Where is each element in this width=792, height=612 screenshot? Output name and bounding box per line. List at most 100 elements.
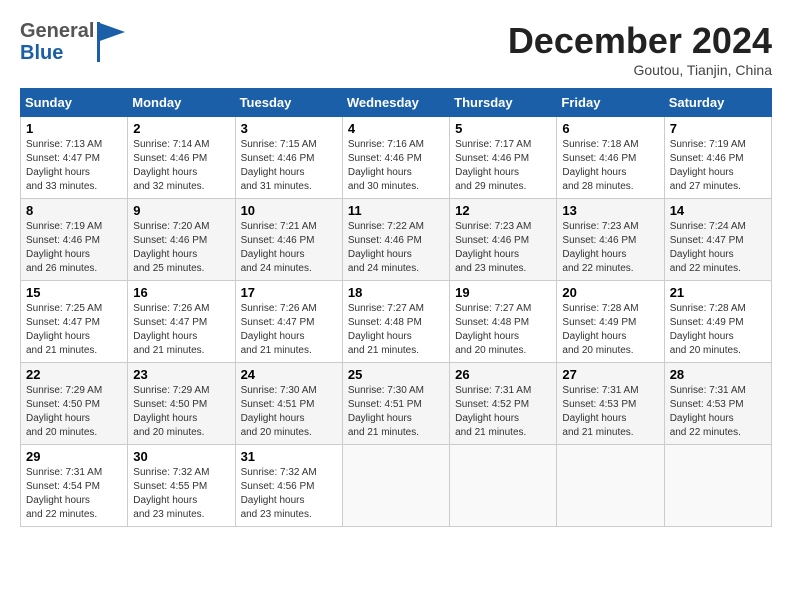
day-info: Sunrise: 7:27 AM Sunset: 4:48 PM Dayligh… bbox=[455, 302, 551, 358]
calendar-cell: 18 Sunrise: 7:27 AM Sunset: 4:48 PM Dayl… bbox=[342, 281, 449, 363]
week-row-5: 29 Sunrise: 7:31 AM Sunset: 4:54 PM Dayl… bbox=[21, 445, 772, 527]
calendar-cell: 1 Sunrise: 7:13 AM Sunset: 4:47 PM Dayli… bbox=[21, 117, 128, 199]
day-info: Sunrise: 7:13 AM Sunset: 4:47 PM Dayligh… bbox=[26, 138, 122, 194]
day-info: Sunrise: 7:27 AM Sunset: 4:48 PM Dayligh… bbox=[348, 302, 444, 358]
day-number: 30 bbox=[133, 449, 229, 464]
day-info: Sunrise: 7:30 AM Sunset: 4:51 PM Dayligh… bbox=[348, 384, 444, 440]
logo-flag-icon bbox=[97, 22, 127, 62]
day-info: Sunrise: 7:22 AM Sunset: 4:46 PM Dayligh… bbox=[348, 220, 444, 276]
calendar-cell: 14 Sunrise: 7:24 AM Sunset: 4:47 PM Dayl… bbox=[664, 199, 771, 281]
day-info: Sunrise: 7:21 AM Sunset: 4:46 PM Dayligh… bbox=[241, 220, 337, 276]
calendar-cell: 16 Sunrise: 7:26 AM Sunset: 4:47 PM Dayl… bbox=[128, 281, 235, 363]
day-info: Sunrise: 7:19 AM Sunset: 4:46 PM Dayligh… bbox=[26, 220, 122, 276]
day-number: 1 bbox=[26, 121, 122, 136]
day-number: 18 bbox=[348, 285, 444, 300]
day-number: 22 bbox=[26, 367, 122, 382]
weekday-header-sunday: Sunday bbox=[21, 89, 128, 117]
day-number: 27 bbox=[562, 367, 658, 382]
calendar-cell bbox=[664, 445, 771, 527]
calendar-cell: 22 Sunrise: 7:29 AM Sunset: 4:50 PM Dayl… bbox=[21, 363, 128, 445]
day-number: 20 bbox=[562, 285, 658, 300]
calendar-cell: 19 Sunrise: 7:27 AM Sunset: 4:48 PM Dayl… bbox=[450, 281, 557, 363]
calendar-table: SundayMondayTuesdayWednesdayThursdayFrid… bbox=[20, 88, 772, 527]
day-info: Sunrise: 7:15 AM Sunset: 4:46 PM Dayligh… bbox=[241, 138, 337, 194]
day-number: 7 bbox=[670, 121, 766, 136]
calendar-cell: 15 Sunrise: 7:25 AM Sunset: 4:47 PM Dayl… bbox=[21, 281, 128, 363]
calendar-cell: 13 Sunrise: 7:23 AM Sunset: 4:46 PM Dayl… bbox=[557, 199, 664, 281]
day-number: 29 bbox=[26, 449, 122, 464]
week-row-2: 8 Sunrise: 7:19 AM Sunset: 4:46 PM Dayli… bbox=[21, 199, 772, 281]
day-number: 11 bbox=[348, 203, 444, 218]
day-number: 14 bbox=[670, 203, 766, 218]
logo: General Blue bbox=[20, 20, 127, 64]
day-number: 10 bbox=[241, 203, 337, 218]
day-number: 6 bbox=[562, 121, 658, 136]
day-number: 23 bbox=[133, 367, 229, 382]
calendar-cell: 10 Sunrise: 7:21 AM Sunset: 4:46 PM Dayl… bbox=[235, 199, 342, 281]
day-info: Sunrise: 7:28 AM Sunset: 4:49 PM Dayligh… bbox=[562, 302, 658, 358]
weekday-header-tuesday: Tuesday bbox=[235, 89, 342, 117]
location-subtitle: Goutou, Tianjin, China bbox=[508, 62, 772, 78]
day-info: Sunrise: 7:28 AM Sunset: 4:49 PM Dayligh… bbox=[670, 302, 766, 358]
day-number: 16 bbox=[133, 285, 229, 300]
calendar-cell: 27 Sunrise: 7:31 AM Sunset: 4:53 PM Dayl… bbox=[557, 363, 664, 445]
logo-blue: Blue bbox=[20, 42, 94, 64]
calendar-cell: 31 Sunrise: 7:32 AM Sunset: 4:56 PM Dayl… bbox=[235, 445, 342, 527]
day-info: Sunrise: 7:26 AM Sunset: 4:47 PM Dayligh… bbox=[241, 302, 337, 358]
day-info: Sunrise: 7:23 AM Sunset: 4:46 PM Dayligh… bbox=[455, 220, 551, 276]
weekday-header-monday: Monday bbox=[128, 89, 235, 117]
day-number: 31 bbox=[241, 449, 337, 464]
day-info: Sunrise: 7:18 AM Sunset: 4:46 PM Dayligh… bbox=[562, 138, 658, 194]
calendar-cell: 11 Sunrise: 7:22 AM Sunset: 4:46 PM Dayl… bbox=[342, 199, 449, 281]
day-info: Sunrise: 7:24 AM Sunset: 4:47 PM Dayligh… bbox=[670, 220, 766, 276]
weekday-header-row: SundayMondayTuesdayWednesdayThursdayFrid… bbox=[21, 89, 772, 117]
calendar-cell: 7 Sunrise: 7:19 AM Sunset: 4:46 PM Dayli… bbox=[664, 117, 771, 199]
calendar-cell: 28 Sunrise: 7:31 AM Sunset: 4:53 PM Dayl… bbox=[664, 363, 771, 445]
day-info: Sunrise: 7:26 AM Sunset: 4:47 PM Dayligh… bbox=[133, 302, 229, 358]
day-number: 15 bbox=[26, 285, 122, 300]
day-info: Sunrise: 7:23 AM Sunset: 4:46 PM Dayligh… bbox=[562, 220, 658, 276]
calendar-cell: 6 Sunrise: 7:18 AM Sunset: 4:46 PM Dayli… bbox=[557, 117, 664, 199]
day-info: Sunrise: 7:17 AM Sunset: 4:46 PM Dayligh… bbox=[455, 138, 551, 194]
calendar-cell: 4 Sunrise: 7:16 AM Sunset: 4:46 PM Dayli… bbox=[342, 117, 449, 199]
weekday-header-saturday: Saturday bbox=[664, 89, 771, 117]
day-number: 13 bbox=[562, 203, 658, 218]
week-row-3: 15 Sunrise: 7:25 AM Sunset: 4:47 PM Dayl… bbox=[21, 281, 772, 363]
day-info: Sunrise: 7:32 AM Sunset: 4:56 PM Dayligh… bbox=[241, 466, 337, 522]
day-number: 21 bbox=[670, 285, 766, 300]
day-info: Sunrise: 7:16 AM Sunset: 4:46 PM Dayligh… bbox=[348, 138, 444, 194]
day-info: Sunrise: 7:31 AM Sunset: 4:53 PM Dayligh… bbox=[562, 384, 658, 440]
calendar-cell bbox=[450, 445, 557, 527]
day-number: 26 bbox=[455, 367, 551, 382]
day-number: 19 bbox=[455, 285, 551, 300]
calendar-cell: 9 Sunrise: 7:20 AM Sunset: 4:46 PM Dayli… bbox=[128, 199, 235, 281]
calendar-cell: 23 Sunrise: 7:29 AM Sunset: 4:50 PM Dayl… bbox=[128, 363, 235, 445]
day-number: 17 bbox=[241, 285, 337, 300]
day-number: 12 bbox=[455, 203, 551, 218]
calendar-cell: 25 Sunrise: 7:30 AM Sunset: 4:51 PM Dayl… bbox=[342, 363, 449, 445]
day-number: 9 bbox=[133, 203, 229, 218]
week-row-1: 1 Sunrise: 7:13 AM Sunset: 4:47 PM Dayli… bbox=[21, 117, 772, 199]
day-number: 8 bbox=[26, 203, 122, 218]
title-block: December 2024 Goutou, Tianjin, China bbox=[508, 20, 772, 78]
day-info: Sunrise: 7:25 AM Sunset: 4:47 PM Dayligh… bbox=[26, 302, 122, 358]
day-info: Sunrise: 7:14 AM Sunset: 4:46 PM Dayligh… bbox=[133, 138, 229, 194]
page-header: General Blue December 2024 Goutou, Tianj… bbox=[20, 20, 772, 78]
day-info: Sunrise: 7:32 AM Sunset: 4:55 PM Dayligh… bbox=[133, 466, 229, 522]
day-info: Sunrise: 7:31 AM Sunset: 4:54 PM Dayligh… bbox=[26, 466, 122, 522]
day-info: Sunrise: 7:30 AM Sunset: 4:51 PM Dayligh… bbox=[241, 384, 337, 440]
day-number: 24 bbox=[241, 367, 337, 382]
day-number: 28 bbox=[670, 367, 766, 382]
calendar-cell: 5 Sunrise: 7:17 AM Sunset: 4:46 PM Dayli… bbox=[450, 117, 557, 199]
day-info: Sunrise: 7:31 AM Sunset: 4:52 PM Dayligh… bbox=[455, 384, 551, 440]
day-number: 2 bbox=[133, 121, 229, 136]
day-info: Sunrise: 7:29 AM Sunset: 4:50 PM Dayligh… bbox=[26, 384, 122, 440]
day-info: Sunrise: 7:29 AM Sunset: 4:50 PM Dayligh… bbox=[133, 384, 229, 440]
logo-general: General bbox=[20, 20, 94, 42]
calendar-cell: 26 Sunrise: 7:31 AM Sunset: 4:52 PM Dayl… bbox=[450, 363, 557, 445]
day-number: 5 bbox=[455, 121, 551, 136]
calendar-cell: 24 Sunrise: 7:30 AM Sunset: 4:51 PM Dayl… bbox=[235, 363, 342, 445]
day-info: Sunrise: 7:31 AM Sunset: 4:53 PM Dayligh… bbox=[670, 384, 766, 440]
calendar-cell: 20 Sunrise: 7:28 AM Sunset: 4:49 PM Dayl… bbox=[557, 281, 664, 363]
day-info: Sunrise: 7:20 AM Sunset: 4:46 PM Dayligh… bbox=[133, 220, 229, 276]
